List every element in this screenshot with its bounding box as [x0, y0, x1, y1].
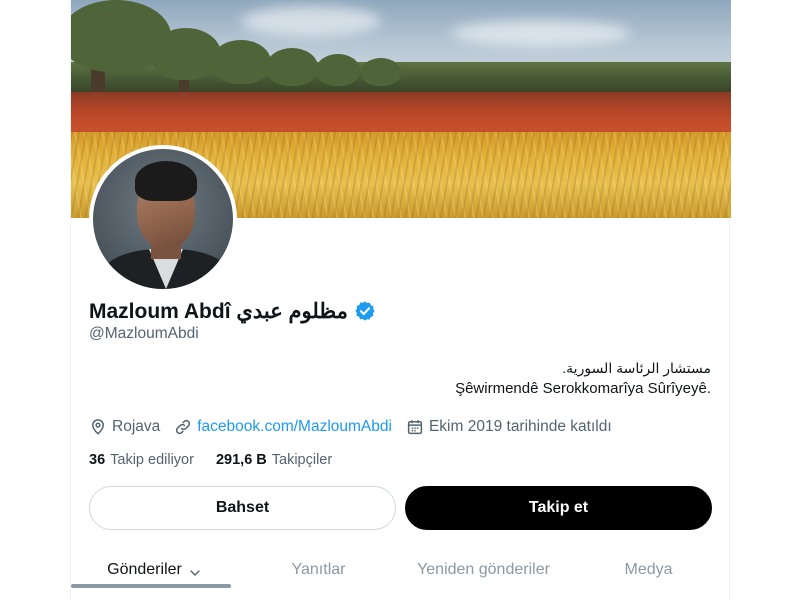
- tab-posts[interactable]: Gönderiler: [71, 540, 236, 600]
- mention-button[interactable]: Bahset: [89, 486, 396, 530]
- banner-tree: [316, 54, 360, 86]
- profile-page: Mazloum Abdî مظلوم عبدي @MazloumAbdi مست…: [70, 0, 731, 600]
- tab-posts-label: Gönderiler: [107, 561, 182, 578]
- banner-tree: [151, 28, 221, 80]
- joined-item: Ekim 2019 tarihinde katıldı: [406, 418, 612, 436]
- profile-handle: @MazloumAbdi: [89, 325, 199, 342]
- tab-reposts[interactable]: Yeniden gönderiler: [401, 540, 566, 600]
- banner-cloud: [241, 6, 381, 36]
- tab-media-label: Medya: [624, 561, 673, 578]
- bio-line-arabic: مستشار الرئاسة السورية.: [562, 360, 711, 376]
- tab-media[interactable]: Medya: [566, 540, 731, 600]
- banner-cloud: [451, 20, 631, 46]
- banner-tree: [266, 48, 318, 86]
- following-label: Takip ediliyor: [110, 452, 194, 468]
- avatar-hair: [135, 161, 197, 201]
- display-name: Mazloum Abdî مظلوم عبدي: [89, 299, 348, 323]
- banner-tree: [211, 40, 271, 84]
- followers-count: 291,6 B: [215, 452, 267, 468]
- profile-tabs: Gönderiler Yanıtlar Yeniden gönderiler M…: [71, 540, 731, 600]
- followers-label: Takipçiler: [271, 452, 333, 468]
- follow-button[interactable]: Takip et: [405, 486, 712, 530]
- following-stat[interactable]: 36 Takip ediliyor: [89, 452, 194, 468]
- tab-replies-label: Yanıtlar: [291, 561, 346, 578]
- profile-meta-row: Rojava facebook.com/MazloumAbdi Ekim 201…: [89, 416, 626, 438]
- name-row: Mazloum Abdî مظلوم عبدي: [89, 296, 376, 326]
- location-item: Rojava: [89, 418, 160, 436]
- profile-bio: مستشار الرئاسة السورية. Şêwirmendê Serok…: [455, 358, 711, 400]
- chevron-down-icon[interactable]: [190, 565, 200, 576]
- tab-reposts-label: Yeniden gönderiler: [417, 561, 550, 578]
- bio-line-kurdish: Şêwirmendê Serokkomarîya Sûrîyeyê.: [455, 380, 711, 397]
- location-pin-icon: [89, 418, 107, 436]
- joined-text: Ekim 2019 tarihinde katıldı: [428, 418, 612, 435]
- website-link[interactable]: facebook.com/MazloumAbdi: [197, 418, 392, 436]
- follow-stats: 36 Takip ediliyor 291,6 B Takipçiler: [89, 450, 354, 470]
- avatar[interactable]: [89, 145, 237, 293]
- following-count: 36: [89, 452, 106, 468]
- location-text: Rojava: [112, 418, 161, 435]
- banner-tree: [361, 58, 401, 86]
- active-tab-indicator: [71, 584, 231, 588]
- verified-badge-icon[interactable]: [354, 300, 376, 322]
- calendar-icon: [406, 418, 424, 436]
- tab-replies[interactable]: Yanıtlar: [236, 540, 401, 600]
- website-item[interactable]: facebook.com/MazloumAbdi: [174, 418, 392, 436]
- followers-stat[interactable]: 291,6 B Takipçiler: [216, 452, 332, 468]
- link-icon: [174, 418, 192, 436]
